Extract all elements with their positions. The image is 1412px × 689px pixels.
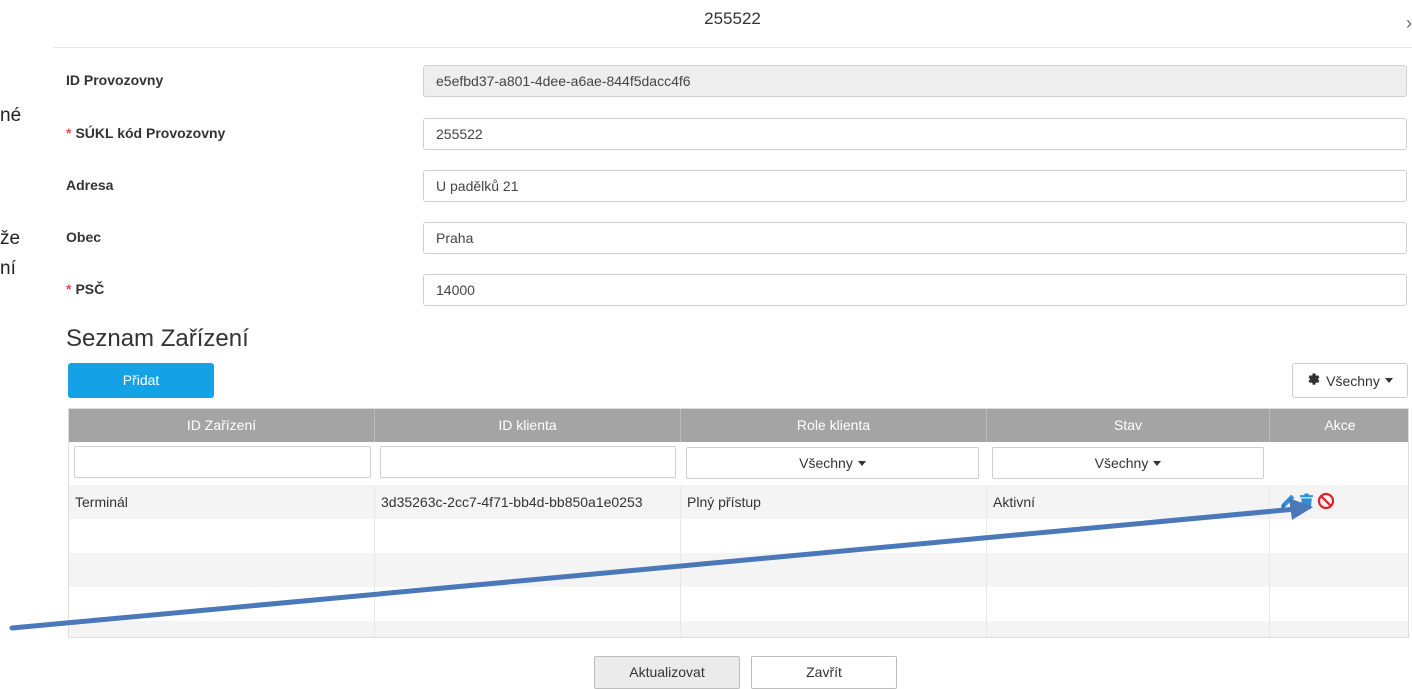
column-header-client-id[interactable]: ID klienta <box>375 409 681 442</box>
form-row-address: Adresa <box>66 170 1412 202</box>
device-modal: 255522 › ID Provozovny *SÚKL kód Provozo… <box>53 0 1412 689</box>
form-row-id: ID Provozovny <box>66 65 1412 97</box>
table-filter-row: Všechny Všechny <box>69 442 1408 484</box>
field-label: Adresa <box>66 177 114 193</box>
device-id-cell: Terminál <box>69 485 375 519</box>
background-text-2: že <box>0 228 21 249</box>
pencil-icon[interactable] <box>1279 493 1296 515</box>
column-header-device-id[interactable]: ID Zařízení <box>69 409 375 442</box>
background-text-3: ní <box>0 258 16 279</box>
address-field[interactable] <box>423 170 1407 202</box>
device-id-filter-input[interactable] <box>74 446 371 478</box>
ban-icon[interactable] <box>1317 492 1335 515</box>
field-label: * PSČ <box>66 281 105 297</box>
row-actions <box>1279 492 1335 515</box>
form-row-city: Obec <box>66 222 1412 254</box>
table-row-empty <box>69 587 1408 621</box>
field-label: ID Provozovny <box>66 72 164 88</box>
zip-field[interactable] <box>423 274 1407 306</box>
field-label: * SÚKL kód Provozovny <box>66 125 226 141</box>
role-cell: Plný přístup <box>681 485 987 519</box>
column-header-client-role[interactable]: Role klienta <box>681 409 987 442</box>
form-row-zip: * PSČ <box>66 274 1412 306</box>
id-provozovny-field[interactable] <box>423 65 1407 97</box>
status-filter-value: Všechny <box>1094 455 1149 471</box>
table-row-empty <box>69 553 1408 587</box>
required-mark: * <box>66 125 72 141</box>
chevron-down-icon <box>857 460 866 466</box>
role-filter-select[interactable]: Všechny <box>686 447 979 479</box>
devices-table: ID Zařízení ID klienta Role klienta Stav… <box>68 408 1409 638</box>
background-text-1: né <box>0 105 22 126</box>
status-filter-dropdown[interactable]: Všechny <box>1292 363 1408 398</box>
update-button[interactable]: Aktualizovat <box>594 656 740 689</box>
city-field[interactable] <box>423 222 1407 254</box>
status-filter-select[interactable]: Všechny <box>992 447 1264 479</box>
close-button[interactable]: Zavřít <box>751 656 897 689</box>
filter-label: Všechny <box>1326 372 1380 389</box>
table-row[interactable]: Terminál 3d35263c-2cc7-4f71-bb4d-bb850a1… <box>69 485 1408 519</box>
column-header-status[interactable]: Stav <box>987 409 1270 442</box>
role-filter-value: Všechny <box>799 455 853 471</box>
client-id-cell: 3d35263c-2cc7-4f71-bb4d-bb850a1e0253 <box>375 485 681 519</box>
add-device-button[interactable]: Přidat <box>68 363 214 398</box>
form-row-sukl: * SÚKL kód Provozovny <box>66 118 1412 150</box>
trash-icon[interactable] <box>1299 493 1314 515</box>
chevron-down-icon <box>1153 460 1162 466</box>
column-header-actions: Akce <box>1324 417 1356 433</box>
chevron-down-icon <box>1384 378 1393 383</box>
devices-section-title: Seznam Zařízení <box>66 325 249 352</box>
close-icon[interactable]: › <box>1406 13 1412 34</box>
table-row-empty <box>69 621 1408 637</box>
modal-header: 255522 › <box>53 0 1412 48</box>
client-id-filter-input[interactable] <box>380 446 676 478</box>
modal-title: 255522 <box>704 9 761 28</box>
required-mark: * <box>66 281 72 297</box>
field-label: Obec <box>66 229 102 245</box>
gear-icon <box>1307 372 1321 389</box>
status-cell: Aktivní <box>987 485 1270 519</box>
table-header: ID Zařízení ID klienta Role klienta Stav… <box>69 409 1408 442</box>
sukl-code-field[interactable] <box>423 118 1407 150</box>
table-row-empty <box>69 519 1408 553</box>
